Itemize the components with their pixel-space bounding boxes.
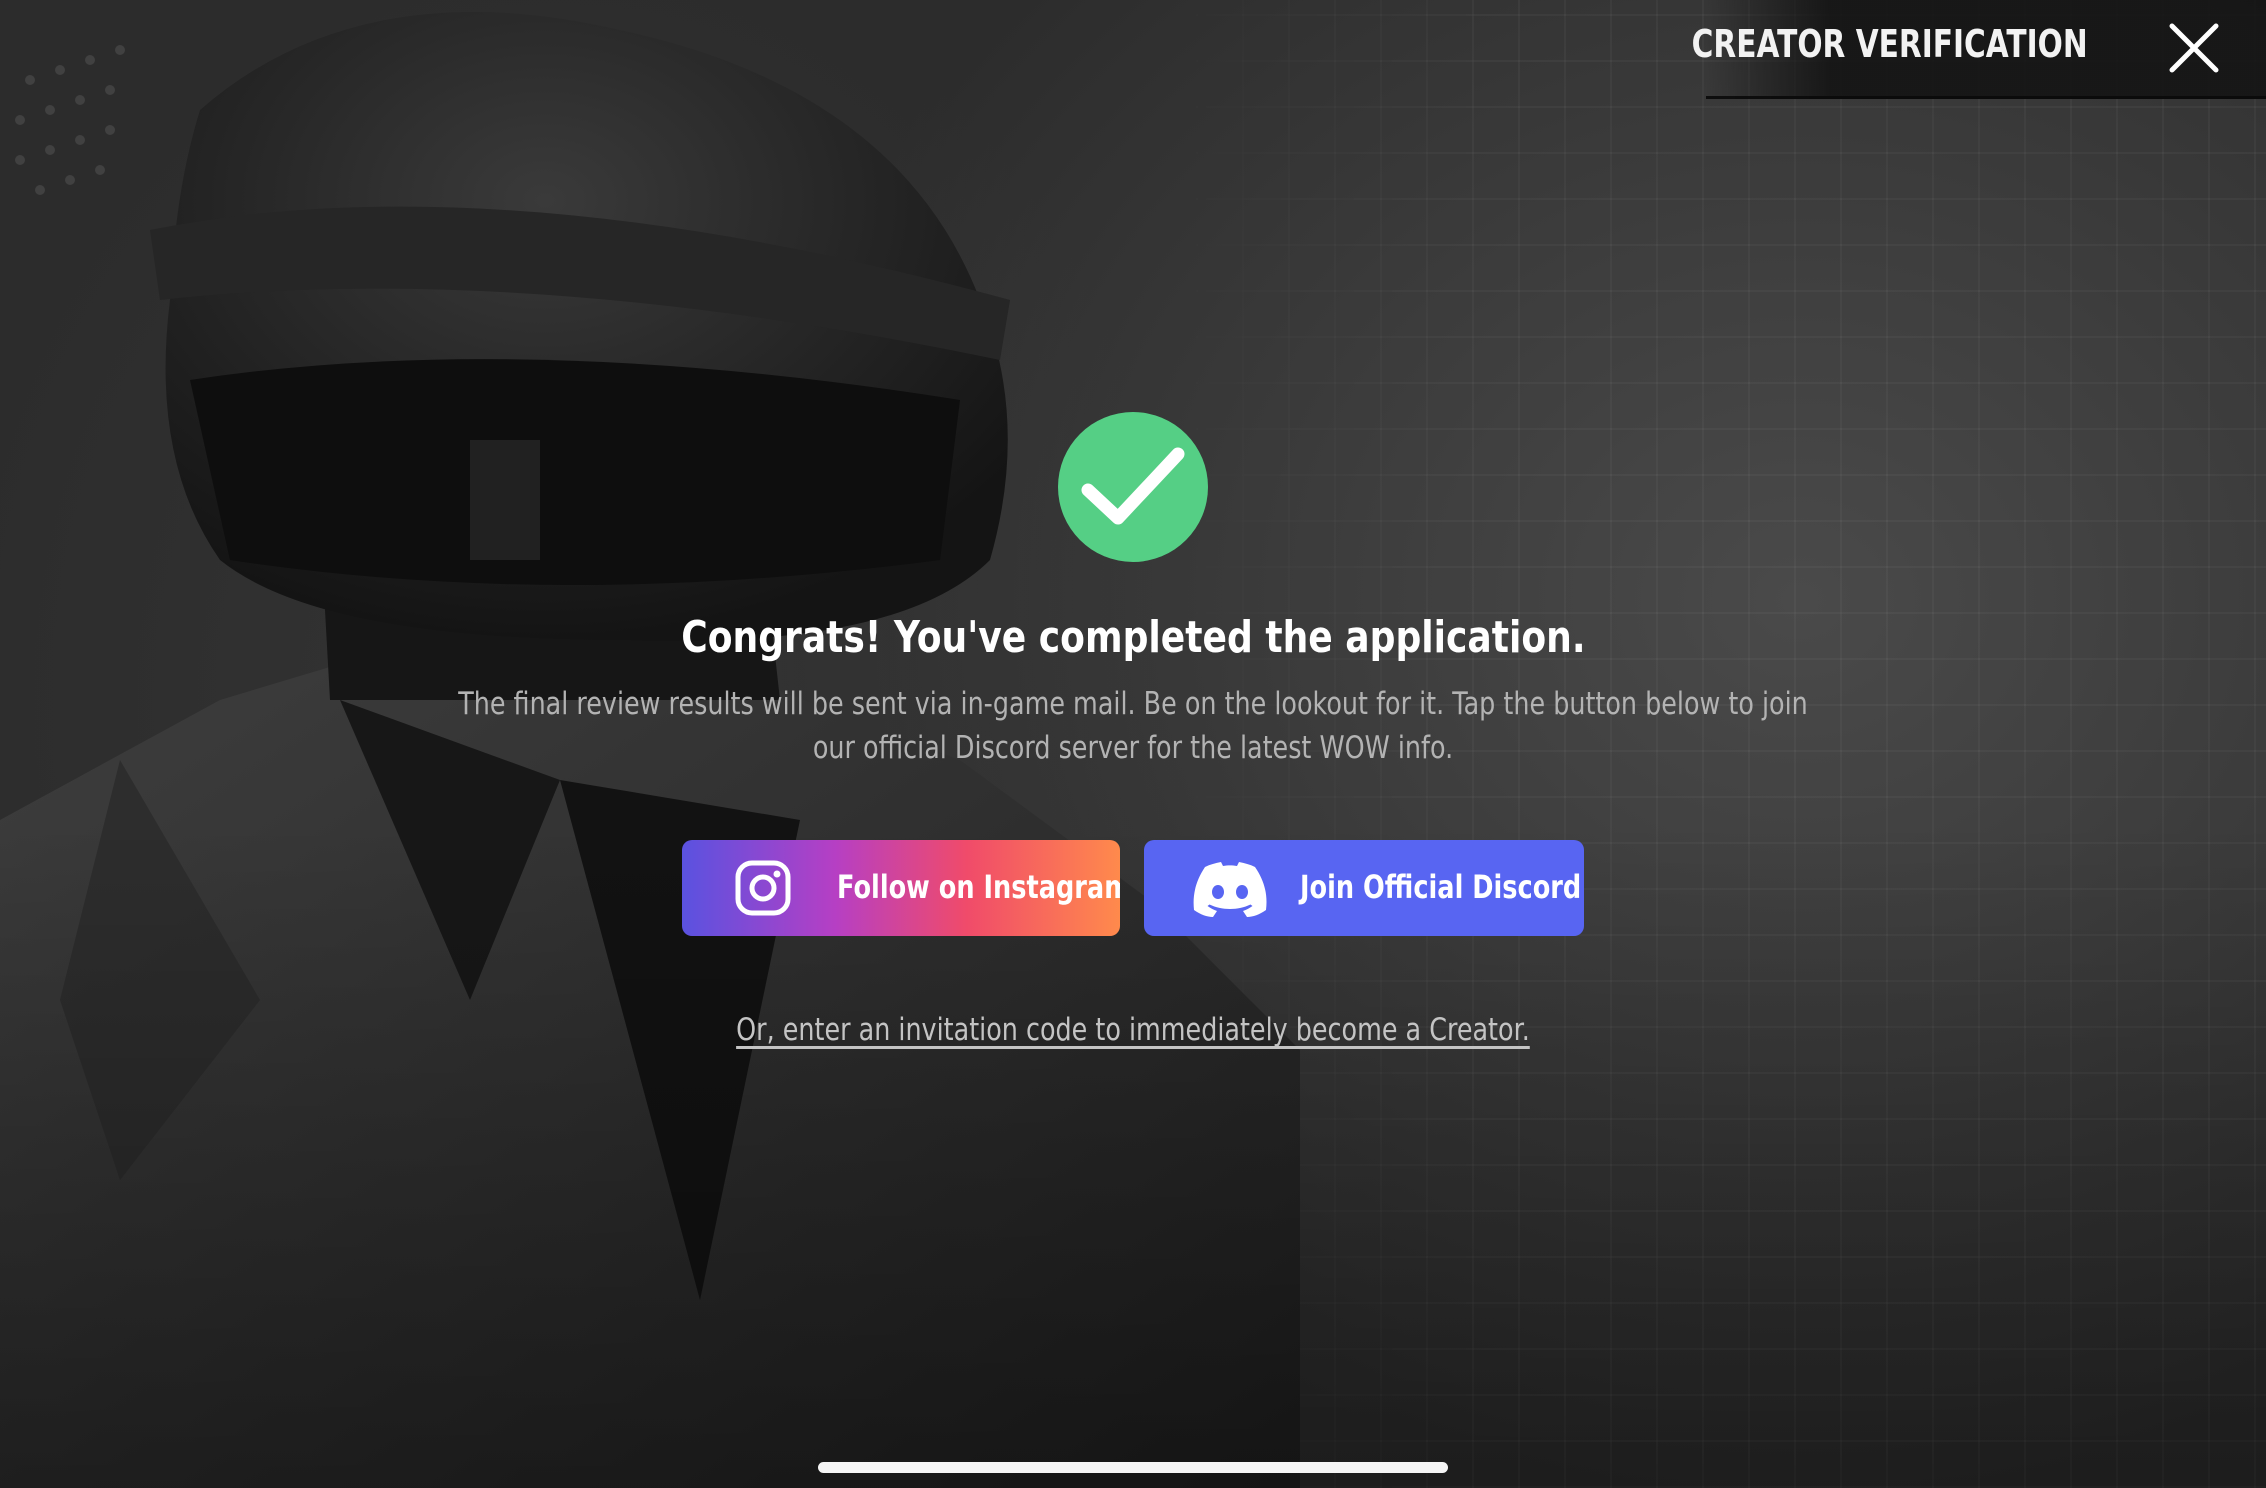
invitation-code-link[interactable]: Or, enter an invitation code to immediat… xyxy=(0,1012,2266,1048)
success-description: The final review results will be sent vi… xyxy=(433,682,1833,770)
success-headline: Congrats! You've completed the applicati… xyxy=(0,612,2266,663)
join-discord-button[interactable]: Join Official Discord xyxy=(1144,840,1584,936)
success-description-text: The final review results will be sent vi… xyxy=(458,686,1808,766)
join-discord-label: Join Official Discord xyxy=(1300,868,1582,906)
creator-verification-screen: CREATOR VERIFICATION Congrats! You've co… xyxy=(0,0,2266,1488)
discord-icon xyxy=(1192,859,1268,917)
close-button[interactable] xyxy=(2166,20,2222,76)
follow-instagram-button[interactable]: Follow on Instagram xyxy=(682,840,1120,936)
page-title: CREATOR VERIFICATION xyxy=(1692,22,2088,66)
success-headline-text: Congrats! You've completed the applicati… xyxy=(680,612,1586,663)
invitation-code-link-text: Or, enter an invitation code to immediat… xyxy=(736,1012,1530,1048)
instagram-icon xyxy=(734,859,792,917)
checkmark-icon xyxy=(1081,447,1185,525)
close-icon xyxy=(2169,23,2219,73)
top-bar: CREATOR VERIFICATION xyxy=(1692,0,2266,99)
home-indicator xyxy=(818,1462,1448,1473)
checkmark-circle-icon xyxy=(1058,412,1208,562)
follow-instagram-label: Follow on Instagram xyxy=(837,868,1120,906)
